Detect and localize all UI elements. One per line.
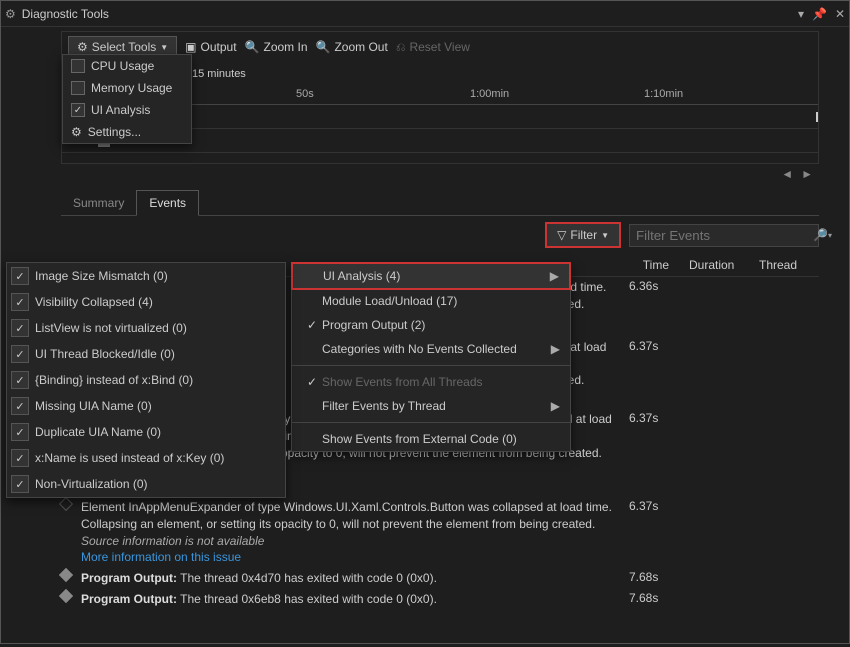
more-info-link[interactable]: More information on this issue xyxy=(81,549,629,566)
gear-icon: ⚙ xyxy=(77,40,88,54)
separator xyxy=(292,365,570,366)
filter-program-output[interactable]: ✓ Program Output (2) xyxy=(292,313,570,337)
output-icon: ▣ xyxy=(185,40,196,54)
chevron-right-icon: ▶ xyxy=(550,269,559,283)
ua-binding-xbind[interactable]: {Binding} instead of x:Bind (0) xyxy=(7,367,285,393)
chevron-right-icon: ▶ xyxy=(551,399,560,413)
event-diamond-icon xyxy=(59,589,73,603)
ua-xname-xkey[interactable]: x:Name is used instead of x:Key (0) xyxy=(7,445,285,471)
ua-missing-uia[interactable]: Missing UIA Name (0) xyxy=(7,393,285,419)
chevron-down-icon: ▼ xyxy=(160,43,168,52)
filter-external-code[interactable]: Show Events from External Code (0) xyxy=(292,427,570,451)
table-row[interactable]: Element InAppMenuExpander of type Window… xyxy=(61,497,819,568)
filter-by-thread[interactable]: Filter Events by Thread ▶ xyxy=(292,394,570,418)
ua-image-size[interactable]: Image Size Mismatch (0) xyxy=(7,263,285,289)
checkbox-checked-icon xyxy=(11,267,29,285)
pager: ◄ ► xyxy=(61,164,819,184)
tab-summary[interactable]: Summary xyxy=(61,190,136,215)
next-icon[interactable]: ► xyxy=(801,167,813,181)
filter-ui-analysis[interactable]: UI Analysis (4) ▶ xyxy=(291,262,571,290)
ua-ui-thread-blocked[interactable]: UI Thread Blocked/Idle (0) xyxy=(7,341,285,367)
separator xyxy=(292,422,570,423)
filter-all-threads: ✓ Show Events from All Threads xyxy=(292,370,570,394)
checkbox-checked-icon xyxy=(11,371,29,389)
checkbox-checked-icon xyxy=(11,319,29,337)
zoom-out-icon: 🔍 xyxy=(316,40,331,54)
filter-no-events[interactable]: Categories with No Events Collected ▶ xyxy=(292,337,570,361)
zoom-in-icon: 🔍 xyxy=(245,40,260,54)
check-icon: ✓ xyxy=(302,375,322,389)
output-button[interactable]: ▣ Output xyxy=(185,40,236,54)
ua-listview-virtualized[interactable]: ListView is not virtualized (0) xyxy=(7,315,285,341)
title-bar: ⚙ Diagnostic Tools ▾ 📌 ✕ xyxy=(1,1,849,27)
reset-icon: ⎌ xyxy=(396,40,406,55)
event-diamond-icon xyxy=(59,497,73,511)
chevron-down-icon[interactable]: ▾ xyxy=(828,231,832,240)
timeline-ruler: 40s 50s 1:00min 1:10min xyxy=(122,85,818,105)
checkbox-checked-icon xyxy=(11,423,29,441)
checkbox-checked-icon xyxy=(11,397,29,415)
filter-icon: ▽ xyxy=(557,228,566,242)
filter-button[interactable]: ▽ Filter ▼ xyxy=(545,222,621,248)
window-controls: ▾ 📌 ✕ xyxy=(798,7,845,21)
menu-settings[interactable]: ⚙ Settings... xyxy=(63,121,191,143)
gear-icon: ⚙ xyxy=(71,125,82,139)
menu-cpu-usage[interactable]: CPU Usage xyxy=(63,55,191,77)
chevron-right-icon: ▶ xyxy=(551,342,560,356)
reset-view-button[interactable]: ⎌ Reset View xyxy=(396,40,470,55)
checkbox-icon xyxy=(71,59,85,73)
chevron-down-icon: ▼ xyxy=(601,231,609,240)
window-title: Diagnostic Tools xyxy=(22,7,798,21)
tabs: Summary Events xyxy=(61,190,819,216)
prev-icon[interactable]: ◄ xyxy=(781,167,793,181)
select-tools-menu: CPU Usage Memory Usage UI Analysis ⚙ Set… xyxy=(62,54,192,144)
timeline-title: 15 minutes xyxy=(192,68,246,80)
close-icon[interactable]: ✕ xyxy=(835,7,845,21)
event-diamond-icon xyxy=(59,568,73,582)
checkbox-icon xyxy=(71,81,85,95)
zoom-out-button[interactable]: 🔍 Zoom Out xyxy=(316,40,388,54)
table-row[interactable]: Program Output: The thread 0x4d70 has ex… xyxy=(61,568,819,589)
menu-ui-analysis[interactable]: UI Analysis xyxy=(63,99,191,121)
checkbox-checked-icon xyxy=(11,449,29,467)
filter-events-input[interactable] xyxy=(636,228,813,243)
checkbox-checked-icon xyxy=(11,293,29,311)
menu-memory-usage[interactable]: Memory Usage xyxy=(63,77,191,99)
tab-events[interactable]: Events xyxy=(136,190,199,216)
search-icon[interactable]: 🔎 xyxy=(813,228,828,242)
ui-analysis-submenu: Image Size Mismatch (0) Visibility Colla… xyxy=(6,262,286,498)
checkbox-checked-icon xyxy=(11,345,29,363)
checkbox-checked-icon xyxy=(71,103,85,117)
ua-duplicate-uia[interactable]: Duplicate UIA Name (0) xyxy=(7,419,285,445)
dropdown-icon[interactable]: ▾ xyxy=(798,7,804,21)
filter-bar: ▽ Filter ▼ 🔎 ▾ xyxy=(61,216,819,254)
pin-icon[interactable]: 📌 xyxy=(812,7,827,21)
filter-module-load[interactable]: Module Load/Unload (17) xyxy=(292,289,570,313)
filter-menu: UI Analysis (4) ▶ Module Load/Unload (17… xyxy=(291,262,571,452)
table-row[interactable]: Program Output: The thread 0x6eb8 has ex… xyxy=(61,589,819,610)
gear-icon[interactable]: ⚙ xyxy=(5,7,16,21)
ua-non-virtualization[interactable]: Non-Virtualization (0) xyxy=(7,471,285,497)
ua-visibility-collapsed[interactable]: Visibility Collapsed (4) xyxy=(7,289,285,315)
checkbox-checked-icon xyxy=(11,475,29,493)
check-icon: ✓ xyxy=(302,318,322,332)
zoom-in-button[interactable]: 🔍 Zoom In xyxy=(245,40,308,54)
